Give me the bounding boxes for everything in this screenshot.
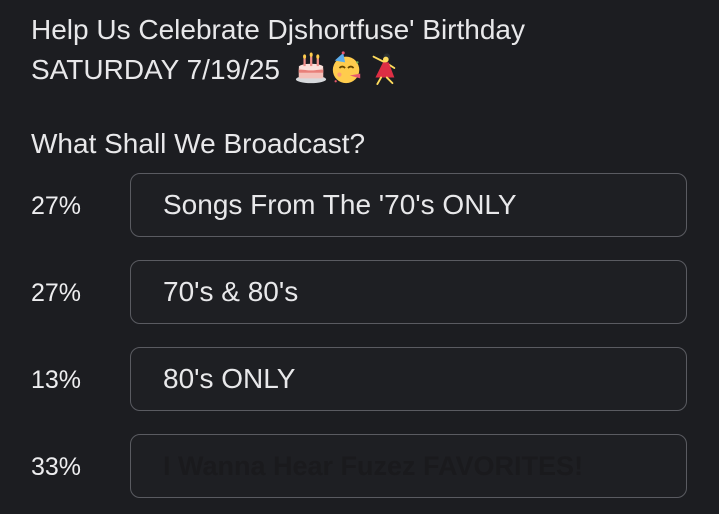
option-percent: 27% — [31, 192, 82, 220]
poll-option-button[interactable]: 70's & 80's — [130, 260, 687, 324]
option-label: I Wanna Hear Fuzez FAVORITES! — [163, 451, 584, 481]
poll-option-button[interactable]: I Wanna Hear Fuzez FAVORITES! — [130, 434, 687, 498]
poll-option-button[interactable]: Songs From The '70's ONLY — [130, 173, 687, 237]
poll-option-button[interactable]: 80's ONLY — [130, 347, 687, 411]
option-percent: 33% — [31, 453, 82, 481]
poll-option-row: 13% 80's ONLY — [0, 347, 719, 413]
poll-option-row: 27% Songs From The '70's ONLY — [0, 173, 719, 239]
option-percent: 27% — [31, 279, 82, 307]
poll-option-row: 33% I Wanna Hear Fuzez FAVORITES! — [0, 434, 719, 500]
poll-options: 27% Songs From The '70's ONLY 27% 70's &… — [0, 0, 719, 514]
option-percent: 13% — [31, 366, 82, 394]
option-label: 80's ONLY — [163, 363, 296, 394]
poll-option-row: 27% 70's & 80's — [0, 260, 719, 326]
option-label: 70's & 80's — [163, 276, 299, 307]
option-label: Songs From The '70's ONLY — [163, 189, 517, 220]
